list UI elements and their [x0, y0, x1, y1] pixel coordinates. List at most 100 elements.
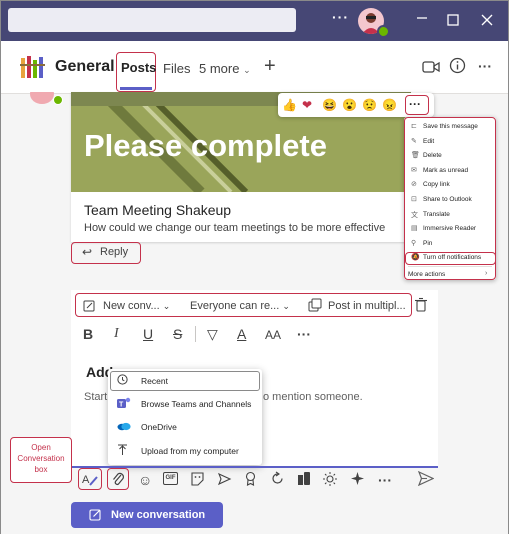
apps-icon[interactable] [350, 471, 365, 491]
bookmark-icon: ⊏ [411, 123, 417, 130]
outlook-icon: ⊡ [411, 196, 417, 203]
reaction-heart-icon[interactable]: ❤ [302, 97, 312, 113]
multiple-channels-icon [308, 298, 322, 317]
link-icon: ⊘ [411, 181, 417, 189]
chevron-down-icon: ⌄ [243, 65, 251, 75]
chevron-down-icon: ⌄ [162, 301, 171, 311]
titlebar-more-button[interactable]: ··· [332, 9, 349, 25]
tab-more-label: 5 more [199, 61, 240, 76]
pin-icon: ⚲ [411, 239, 417, 247]
tab-posts[interactable]: Posts [121, 60, 156, 75]
menu-item-save-this-message[interactable]: Save this message [423, 123, 478, 130]
immersive-reader-icon: ▤ [411, 225, 418, 233]
stream-icon[interactable] [297, 471, 312, 491]
message-more-button[interactable]: ··· [409, 97, 421, 111]
send-icon[interactable] [417, 470, 435, 491]
attach-recent-label: Recent [141, 376, 168, 386]
format-pen-icon[interactable]: A [82, 471, 98, 492]
active-tab-indicator [120, 87, 152, 90]
banner-text: Please complete [84, 128, 327, 163]
author-presence-icon [53, 95, 63, 105]
search-box[interactable] [8, 8, 296, 32]
font-color-button[interactable]: A [237, 326, 246, 342]
clock-icon [117, 374, 128, 388]
post-subtitle: How could we change our team meetings to… [84, 222, 386, 234]
meet-now-icon[interactable] [217, 472, 232, 491]
menu-item-mark-as-unread[interactable]: Mark as unread [423, 167, 468, 174]
reply-arrow-icon: ↩ [82, 245, 93, 259]
trash-icon: 🗑 [411, 152, 420, 160]
paperclip-icon[interactable] [111, 471, 125, 492]
presence-available-icon [377, 25, 390, 38]
reaction-sad-icon[interactable]: 😟 [362, 97, 377, 113]
compose-edit-icon [83, 299, 95, 317]
unread-icon: ✉ [411, 166, 417, 174]
pencil-icon: ✎ [411, 137, 417, 145]
new-conversation-button[interactable]: New conversation [71, 502, 223, 528]
underline-button[interactable]: U [143, 326, 153, 342]
menu-item-more-actions[interactable]: More actions [408, 271, 445, 278]
emoji-icon[interactable]: ☺ [138, 472, 152, 488]
add-tab-button[interactable]: + [264, 55, 276, 78]
italic-button[interactable]: I [114, 326, 119, 342]
reaction-laugh-icon[interactable]: 😆 [322, 97, 337, 113]
team-logo-icon [19, 52, 47, 85]
onedrive-icon [117, 421, 131, 434]
teams-icon: T [117, 397, 131, 412]
reply-label: Reply [100, 246, 129, 258]
close-icon[interactable] [481, 13, 493, 29]
menu-divider [408, 266, 492, 267]
chevron-right-icon: › [485, 270, 488, 277]
toolbar-divider [195, 326, 196, 342]
audience-dropdown[interactable]: Everyone can re... ⌄ [190, 300, 290, 312]
more-format-button[interactable]: ··· [297, 326, 311, 342]
tab-more[interactable]: 5 more ⌄ [199, 61, 251, 76]
post-in-multiple-button[interactable]: Post in multipl... [328, 300, 406, 312]
menu-item-delete[interactable]: Delete [423, 152, 442, 159]
menu-item-edit[interactable]: Edit [423, 138, 434, 145]
message-placeholder-start[interactable]: Start [84, 391, 107, 403]
new-conversation-label: New conversation [111, 509, 206, 521]
tab-files[interactable]: Files [163, 61, 190, 76]
svg-text:T: T [119, 402, 124, 409]
attach-onedrive[interactable]: OneDrive [141, 422, 177, 432]
chevron-down-icon: ⌄ [282, 301, 290, 311]
translate-icon: 文 [411, 211, 418, 219]
compose-icon [89, 508, 102, 524]
highlight-button[interactable]: ▽ [207, 326, 218, 343]
info-icon[interactable] [449, 57, 466, 79]
channel-name: General [55, 58, 115, 75]
message-placeholder-end: o mention someone. [263, 391, 363, 403]
menu-item-share-to-outlook[interactable]: Share to Outlook [423, 196, 472, 203]
audience-label: Everyone can re... [190, 300, 280, 312]
loop-icon[interactable] [270, 471, 285, 491]
menu-item-copy-link[interactable]: Copy link [423, 181, 450, 188]
minimize-icon[interactable] [416, 10, 428, 27]
more-options-icon[interactable]: ··· [378, 472, 392, 488]
bold-button[interactable]: B [83, 326, 93, 342]
attach-browse-teams[interactable]: Browse Teams and Channels [141, 399, 251, 409]
menu-item-translate[interactable]: Translate [423, 211, 450, 218]
menu-item-pin[interactable]: Pin [423, 240, 432, 247]
reaction-angry-icon[interactable]: 😠 [382, 97, 397, 113]
open-conversation-callout: Open Conversation box [10, 437, 72, 483]
praise-icon[interactable] [244, 471, 257, 491]
post-type-label: New conv... [103, 300, 160, 312]
turn-off-notifications-highlight [405, 252, 496, 265]
font-size-button[interactable]: AA [265, 328, 281, 342]
discard-trash-icon[interactable] [414, 297, 428, 318]
maximize-icon[interactable] [447, 13, 459, 29]
brightness-icon[interactable] [323, 472, 337, 491]
svg-text:A: A [82, 474, 90, 486]
reaction-surprised-icon[interactable]: 😮 [342, 97, 357, 113]
sticker-icon[interactable] [190, 472, 205, 491]
gif-icon[interactable]: GIF [163, 472, 178, 485]
header-more-button[interactable]: ··· [478, 58, 492, 74]
reaction-like-icon[interactable]: 👍 [282, 97, 297, 113]
menu-item-immersive-reader[interactable]: Immersive Reader [423, 225, 476, 232]
video-call-icon[interactable] [422, 60, 440, 79]
strikethrough-button[interactable]: S [173, 326, 182, 342]
attach-recent-item[interactable] [110, 371, 260, 391]
attach-upload[interactable]: Upload from my computer [141, 446, 239, 456]
post-type-dropdown[interactable]: New conv... ⌄ [103, 300, 170, 312]
